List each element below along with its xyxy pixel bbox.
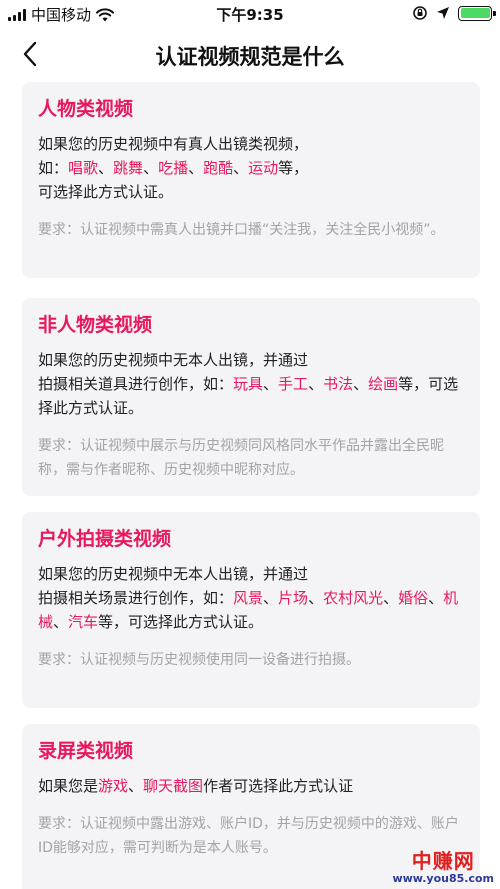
card-description: 如果您的历史视频中无本人出镜，并通过 拍摄相关道具进行创作，如：玩具、手工、书法、… <box>38 348 464 420</box>
highlight-keyword: 玩具 <box>233 375 264 393</box>
highlight-keyword: 游戏 <box>98 777 129 795</box>
text-segment: 、 <box>308 589 324 607</box>
text-segment: 、 <box>428 589 444 607</box>
status-bar: 下午9:35 中国移动 <box>0 0 500 28</box>
carrier-label: 中国移动 <box>31 6 92 24</box>
text-segment: 、 <box>98 159 114 177</box>
highlight-keyword: 风景 <box>233 589 264 607</box>
text-segment: 、 <box>263 589 279 607</box>
highlight-keyword: 绘画 <box>368 375 399 393</box>
highlight-keyword: 汽车 <box>68 613 99 631</box>
card-outdoor-video: 户外拍摄类视频 如果您的历史视频中无本人出镜，并通过 拍摄相关场景进行创作，如：风… <box>22 512 480 708</box>
highlight-keyword: 农村风光 <box>323 589 384 607</box>
text-segment: 、 <box>188 159 204 177</box>
text-segment: 、 <box>353 375 369 393</box>
battery-icon <box>458 5 496 21</box>
highlight-keyword: 手工 <box>278 375 309 393</box>
card-title: 人物类视频 <box>38 98 134 120</box>
location-icon <box>437 7 449 19</box>
card-title: 户外拍摄类视频 <box>38 528 172 550</box>
watermark-name: 中赚网 <box>411 849 475 873</box>
text-segment: 拍摄相关场景进行创作，如： <box>38 589 234 607</box>
text-segment: 、 <box>128 777 144 795</box>
card-description: 如果您的历史视频中无本人出镜，并通过 拍摄相关场景进行创作，如：风景、片场、农村风… <box>38 562 464 634</box>
watermark-url: www.you85.com <box>392 872 494 885</box>
text-segment: 等，可选择此方式认证。 <box>98 613 264 631</box>
highlight-keyword: 唱歌 <box>68 159 99 177</box>
page-title: 认证视频规范是什么 <box>155 45 345 69</box>
highlight-keyword: 片场 <box>278 589 309 607</box>
text-segment: 如： <box>38 159 69 177</box>
content-scroll-area[interactable]: 人物类视频 如果您的历史视频中有真人出镜类视频， 如：唱歌、跳舞、吃播、跑酷、运动… <box>0 82 500 889</box>
text-segment: 、 <box>53 613 69 631</box>
highlight-keyword: 运动 <box>248 159 279 177</box>
text-segment: 可选择此方式认证。 <box>38 183 174 201</box>
card-people-video: 人物类视频 如果您的历史视频中有真人出镜类视频， 如：唱歌、跳舞、吃播、跑酷、运动… <box>22 82 480 278</box>
text-segment: 如果您是 <box>38 777 99 795</box>
card-title: 非人物类视频 <box>38 314 153 336</box>
text-segment: 拍摄相关道具进行创作，如： <box>38 375 234 393</box>
card-description: 如果您是游戏、聊天截图作者可选择此方式认证 <box>38 774 464 798</box>
highlight-keyword: 书法 <box>323 375 354 393</box>
card-requirement: 要求：认证视频与历史视频使用同一设备进行拍摄。 <box>38 652 360 668</box>
card-non-people-video: 非人物类视频 如果您的历史视频中无本人出镜，并通过 拍摄相关道具进行创作，如：玩具… <box>22 298 480 496</box>
signal-icon <box>8 8 26 21</box>
text-segment: 等， <box>278 159 309 177</box>
text-segment: 、 <box>263 375 279 393</box>
status-right <box>412 5 496 21</box>
card-requirement: 要求：认证视频中展示与历史视频同风格同水平作品并露出全民昵称，需与作者昵称、历史… <box>38 438 444 478</box>
card-title: 录屏类视频 <box>38 740 134 762</box>
highlight-keyword: 跳舞 <box>113 159 144 177</box>
text-segment: 、 <box>308 375 324 393</box>
highlight-keyword: 婚俗 <box>398 589 429 607</box>
text-segment: 如果您的历史视频中无本人出镜，并通过 <box>38 351 309 369</box>
watermark-logo: 中赚网 www.you85.com <box>392 850 494 885</box>
orientation-lock-icon <box>413 6 427 20</box>
highlight-keyword: 跑酷 <box>203 159 234 177</box>
highlight-keyword: 聊天截图 <box>143 777 204 795</box>
text-segment: 如果您的历史视频中无本人出镜，并通过 <box>38 565 309 583</box>
text-segment: 、 <box>383 589 399 607</box>
text-segment: 、 <box>233 159 249 177</box>
wifi-icon <box>96 7 115 21</box>
text-segment: 、 <box>143 159 159 177</box>
battery-level <box>460 8 490 18</box>
card-description: 如果您的历史视频中有真人出镜类视频， 如：唱歌、跳舞、吃播、跑酷、运动等， 可选择此… <box>38 132 464 204</box>
nav-bar: 认证视频规范是什么 <box>0 28 500 82</box>
status-left: 中国移动 <box>8 4 115 25</box>
card-requirement: 要求：认证视频中需真人出镜并口播“关注我，关注全民小视频”。 <box>38 222 445 238</box>
text-segment: 作者可选择此方式认证 <box>203 777 354 795</box>
text-segment: 如果您的历史视频中有真人出镜类视频， <box>38 135 309 153</box>
highlight-keyword: 吃播 <box>158 159 189 177</box>
